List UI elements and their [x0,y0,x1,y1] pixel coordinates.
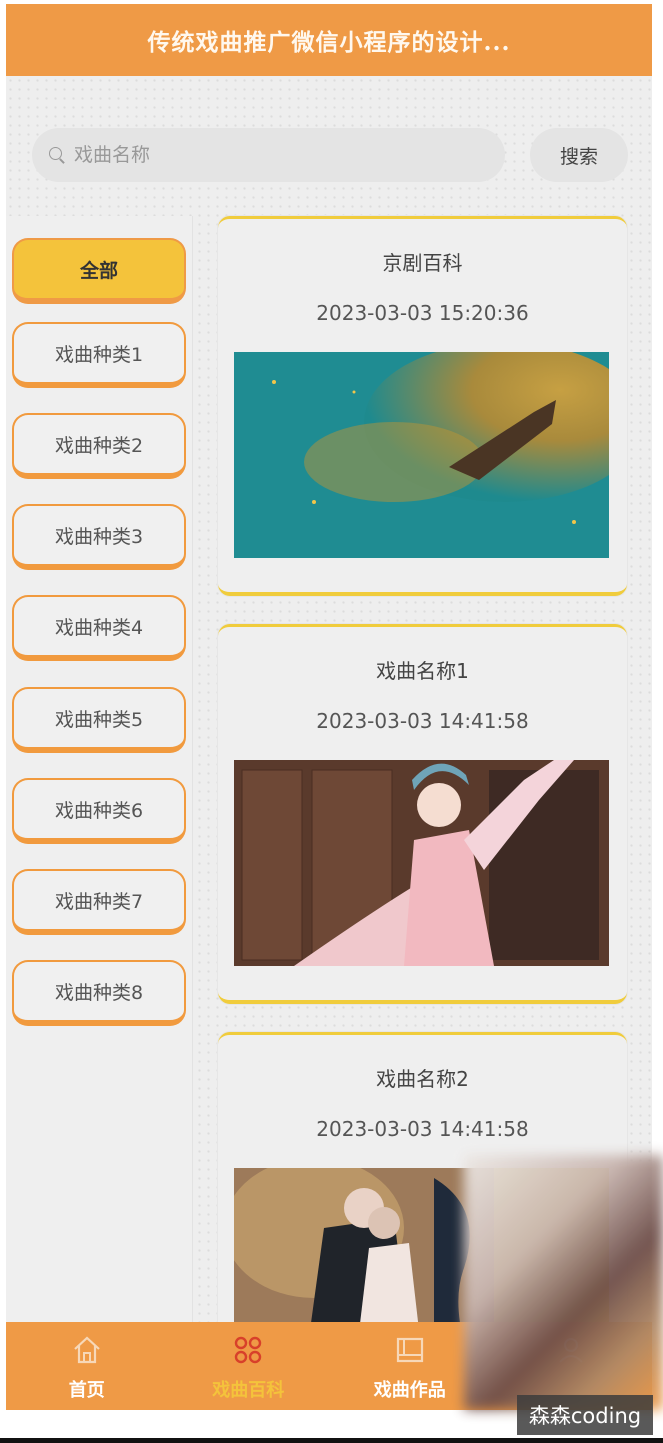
page-title: 传统戏曲推广微信小程序的设计... [147,29,511,56]
tab-home[interactable]: 首页 [6,1322,168,1410]
category-item[interactable]: 戏曲种类5 [12,687,186,753]
book-icon [396,1337,423,1363]
category-item[interactable]: 戏曲种类8 [12,960,186,1026]
category-item[interactable]: 戏曲种类1 [12,322,186,388]
card-image [234,760,609,966]
search-input[interactable] [74,144,474,166]
card-date: 2023-03-03 15:20:36 [316,301,529,325]
category-item[interactable]: 戏曲种类3 [12,504,186,570]
card-date: 2023-03-03 14:41:58 [316,709,529,733]
search-icon [48,146,66,164]
category-item[interactable]: 戏曲种类2 [12,413,186,479]
category-item[interactable]: 戏曲种类4 [12,595,186,661]
category-all[interactable]: 全部 [12,238,186,304]
card-title: 戏曲名称2 [376,1067,469,1091]
article-card[interactable]: 京剧百科 2023-03-03 15:20:36 [218,216,627,596]
category-item[interactable]: 戏曲种类7 [12,869,186,935]
category-sidebar: 全部 戏曲种类1 戏曲种类2 戏曲种类3 戏曲种类4 戏曲种类5 戏曲种类6 戏… [6,216,193,1322]
home-icon [74,1336,100,1364]
category-item[interactable]: 戏曲种类6 [12,778,186,844]
tab-encyclopedia[interactable]: 戏曲百科 [168,1322,330,1410]
card-date: 2023-03-03 14:41:58 [316,1117,529,1141]
article-list: 京剧百科 2023-03-03 15:20:36 戏曲名称1 2023-03-0… [193,194,652,1322]
card-title: 戏曲名称1 [376,659,469,683]
card-title: 京剧百科 [382,251,463,275]
search-button[interactable]: 搜索 [530,128,628,182]
card-image [234,352,609,558]
bottom-edge [0,1438,663,1443]
search-bar[interactable] [32,128,505,182]
tab-encyclopedia-label: 戏曲百科 [212,1380,285,1401]
article-card[interactable]: 戏曲名称1 2023-03-03 14:41:58 [218,624,627,1004]
blurred-overlay [464,1155,663,1410]
watermark: 森森coding [517,1395,653,1435]
clover-grid-icon [235,1336,262,1364]
app-header: 传统戏曲推广微信小程序的设计... [6,4,652,76]
tab-home-label: 首页 [68,1380,105,1401]
